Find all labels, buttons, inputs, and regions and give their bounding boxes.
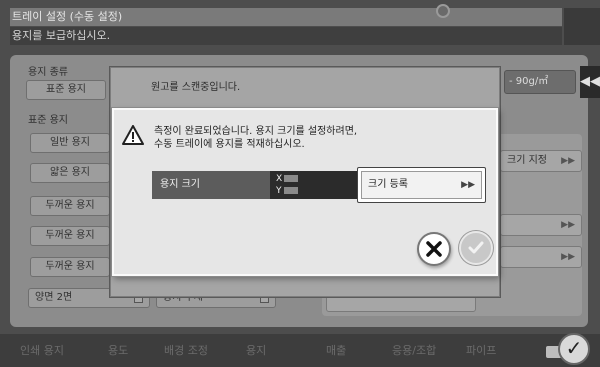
paper-plain-button[interactable]: 일반 용지 bbox=[30, 133, 110, 153]
tab-item[interactable]: 파이프 bbox=[466, 342, 496, 358]
alert-message: 측정이 완료되었습니다. 용지 크기를 설정하려면, 수동 트레이에 용지를 적… bbox=[154, 125, 357, 151]
window-title-bar: 트레이 설정 (수동 설정) bbox=[10, 4, 562, 26]
close-icon bbox=[426, 241, 442, 257]
status-message: 용지를 보급하십시오. bbox=[12, 29, 111, 42]
tab-item[interactable]: 응용/조합 bbox=[392, 342, 436, 358]
size-x-value bbox=[284, 175, 299, 182]
size-y-value bbox=[283, 187, 298, 194]
cancel-button[interactable] bbox=[417, 232, 451, 266]
tab-item[interactable]: 인쇄 용지 bbox=[20, 342, 64, 358]
paper-size-value: X Y bbox=[270, 171, 357, 199]
collapse-button[interactable]: ◀◀ bbox=[580, 66, 600, 98]
size-x-label: X bbox=[276, 174, 283, 184]
register-size-label: 크기 등록 bbox=[368, 179, 408, 190]
measurement-complete-dialog: 측정이 완료되었습니다. 용지 크기를 설정하려면, 수동 트레이에 용지를 적… bbox=[112, 108, 498, 276]
alert-message-line1: 측정이 완료되었습니다. 용지 크기를 설정하려면, bbox=[154, 126, 358, 137]
confirm-button[interactable] bbox=[459, 231, 493, 265]
paper-weight-field: - 90g/㎡ bbox=[504, 70, 576, 94]
chevron-double-right-icon: ▶▶ bbox=[561, 252, 575, 262]
register-size-button[interactable]: 크기 등록 ▶▶ bbox=[357, 167, 486, 203]
option-button-2[interactable]: ▶▶ bbox=[500, 246, 582, 268]
window-title: 트레이 설정 (수동 설정) bbox=[12, 10, 123, 23]
check-icon: ✓ bbox=[565, 336, 583, 360]
status-indicator-icon bbox=[436, 4, 450, 18]
paper-type-label: 용지 종류 bbox=[28, 67, 68, 78]
duplex-label: 양면 2면 bbox=[35, 292, 73, 303]
paper-thin-button[interactable]: 얇은 용지 bbox=[30, 163, 110, 183]
bottom-tab-bar bbox=[0, 334, 600, 367]
tab-item[interactable]: 용도 bbox=[108, 342, 128, 358]
tab-item[interactable]: 용지 bbox=[246, 342, 266, 358]
ok-button[interactable]: ✓ bbox=[558, 333, 590, 365]
alert-message-line2: 수동 트레이에 용지를 적재하십시오. bbox=[154, 139, 305, 150]
scanning-message: 원고를 스캔중입니다. bbox=[151, 82, 241, 93]
paper-thick-2-button[interactable]: 두꺼운 용지 bbox=[30, 226, 110, 246]
tab-item[interactable]: 배경 조정 bbox=[164, 342, 208, 358]
size-specify-button[interactable]: 크기 지정 ▶▶ bbox=[500, 150, 582, 172]
paper-thick-3-button[interactable]: 두꺼운 용지 bbox=[30, 257, 110, 277]
status-message-bar: 용지를 보급하십시오. bbox=[10, 27, 562, 45]
warning-icon bbox=[122, 125, 144, 145]
paper-thick-1-button[interactable]: 두꺼운 용지 bbox=[30, 196, 110, 216]
size-y-label: Y bbox=[276, 186, 282, 196]
size-specify-label: 크기 지정 bbox=[507, 155, 547, 166]
standard-paper-button[interactable]: 표준 용지 bbox=[26, 80, 106, 100]
paper-size-label: 용지 크기 bbox=[152, 171, 270, 199]
option-button-1[interactable]: ▶▶ bbox=[500, 214, 582, 236]
chevron-double-right-icon: ▶▶ bbox=[561, 220, 575, 230]
chevron-double-right-icon: ▶▶ bbox=[561, 156, 575, 166]
check-icon bbox=[468, 241, 484, 254]
tab-item[interactable]: 매출 bbox=[326, 342, 346, 358]
top-right-area bbox=[564, 8, 600, 45]
standard-paper-label: 표준 용지 bbox=[28, 115, 68, 126]
chevron-double-right-icon: ▶▶ bbox=[461, 180, 475, 190]
